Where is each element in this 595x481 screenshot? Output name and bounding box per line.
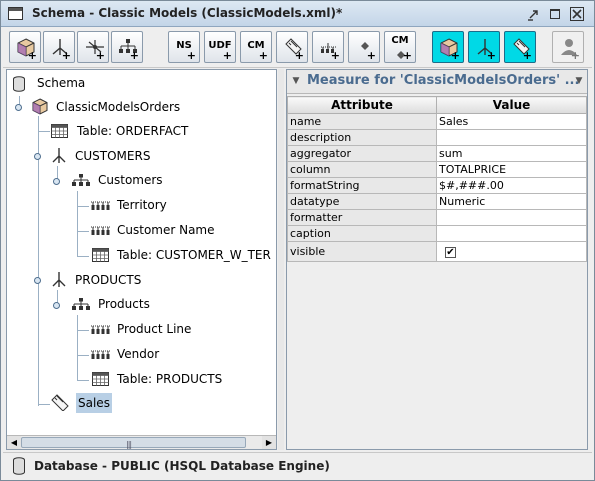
value-cell[interactable]: Sales [436, 113, 587, 130]
add-hierarchy-button[interactable]: + [111, 31, 143, 63]
attribute-cell: aggregator [287, 145, 437, 162]
tree-expander-products-hierarchy[interactable] [53, 302, 60, 309]
add-virtual-cube-measure-button[interactable]: + [504, 31, 536, 63]
database-icon [13, 76, 25, 92]
ruler-icon [51, 394, 69, 411]
table-row[interactable]: visible ✔ [287, 241, 587, 262]
attribute-cell: description [287, 129, 437, 146]
database-icon [13, 457, 25, 475]
add-dimension-button[interactable]: + [43, 31, 75, 63]
value-cell[interactable]: TOTALPRICE [436, 161, 587, 178]
table-row[interactable]: name Sales [287, 113, 587, 130]
table-icon [92, 248, 109, 262]
add-measure-button[interactable]: + [276, 31, 308, 63]
level-icon [91, 350, 111, 359]
column-header-value[interactable]: Value [436, 96, 587, 114]
table-row[interactable]: description [287, 129, 587, 146]
scroll-left-icon[interactable]: ◀ [7, 436, 21, 449]
tree-expander-customers[interactable] [34, 153, 41, 160]
table-icon [92, 372, 109, 386]
add-named-set-button[interactable]: NS + [168, 31, 200, 63]
attribute-cell: visible [287, 241, 437, 262]
add-virtual-cube-button[interactable]: + [432, 31, 464, 63]
window-icon [8, 7, 23, 20]
table-row[interactable]: formatter [287, 209, 587, 226]
attribute-cell: name [287, 113, 437, 130]
minimize-icon[interactable] [527, 7, 541, 21]
value-cell[interactable] [436, 225, 587, 242]
table-row[interactable]: formatString $#,###.00 [287, 177, 587, 194]
add-role-button[interactable]: + [552, 31, 584, 63]
title-bar: Schema - Classic Models (ClassicModels.x… [1, 1, 594, 27]
add-virtual-cube-dimension-button[interactable]: + [468, 31, 500, 63]
add-calculated-member-button[interactable]: CM + [240, 31, 272, 63]
add-level-button[interactable]: + [312, 31, 344, 63]
properties-table: Attribute Value name Sales description aggr… [287, 96, 587, 262]
tree-expander-customers-hierarchy[interactable] [53, 178, 60, 185]
add-calculated-member-property-button[interactable]: CM + [384, 31, 416, 63]
value-cell[interactable]: sum [436, 145, 587, 162]
value-cell[interactable] [436, 129, 587, 146]
tree-expander-products[interactable] [34, 277, 41, 284]
table-row[interactable]: datatype Numeric [287, 193, 587, 210]
maximize-icon[interactable] [548, 7, 562, 21]
value-cell[interactable]: Numeric [436, 193, 587, 210]
scroll-right-icon[interactable]: ▶ [262, 436, 276, 449]
hierarchy-icon [72, 174, 90, 186]
table-row[interactable]: column TOTALPRICE [287, 161, 587, 178]
level-icon [91, 325, 111, 334]
triangle-down-icon[interactable]: ▼ [290, 75, 302, 87]
add-property-button[interactable]: + [348, 31, 380, 63]
add-user-defined-function-button[interactable]: UDF + [204, 31, 236, 63]
attribute-cell: formatString [287, 177, 437, 194]
table-row[interactable]: caption [287, 225, 587, 242]
add-cube-button[interactable]: + [9, 31, 41, 63]
split-pane-divider[interactable] [278, 69, 284, 450]
properties-title: Measure for 'ClassicModelsOrders' ... [307, 73, 580, 88]
window-title: Schema - Classic Models (ClassicModels.x… [32, 6, 343, 20]
toolbar: + + + + NS + UDF + CM + + + + CM + + + +… [3, 28, 592, 68]
value-cell: ✔ [436, 241, 587, 262]
column-header-attribute[interactable]: Attribute [287, 96, 437, 114]
properties-header: ▼ Measure for 'ClassicModelsOrders' ... … [287, 70, 587, 94]
status-bar: Database - PUBLIC (HSQL Database Engine) [3, 452, 592, 479]
value-cell[interactable] [436, 209, 587, 226]
attribute-cell: column [287, 161, 437, 178]
schema-tree: Schema ClassicModelsOrders Table: ORDERF… [6, 69, 277, 450]
app-window: Schema - Classic Models (ClassicModels.x… [0, 0, 595, 481]
cube-icon [32, 98, 48, 115]
triangle-down-icon[interactable]: ▼ [573, 75, 585, 87]
scrollbar-thumb[interactable]: ||| [21, 437, 246, 449]
attribute-cell: formatter [287, 209, 437, 226]
visible-checkbox[interactable]: ✔ [445, 246, 456, 258]
attribute-cell: caption [287, 225, 437, 242]
tree-horizontal-scrollbar[interactable]: ◀ ||| ▶ [7, 435, 276, 449]
dimension-icon [52, 148, 66, 163]
add-dimension-usage-button[interactable]: + [77, 31, 109, 63]
attribute-cell: datatype [287, 193, 437, 210]
dimension-icon [52, 272, 66, 287]
value-cell[interactable]: $#,###.00 [436, 177, 587, 194]
close-icon[interactable] [570, 7, 584, 21]
level-icon [91, 201, 111, 210]
tree-expander-cube[interactable] [15, 104, 22, 111]
table-icon [51, 124, 68, 138]
table-row[interactable]: aggregator sum [287, 145, 587, 162]
status-text: Database - PUBLIC (HSQL Database Engine) [34, 459, 330, 473]
level-icon [91, 226, 111, 235]
hierarchy-icon [72, 298, 90, 310]
properties-panel: ▼ Measure for 'ClassicModelsOrders' ... … [286, 69, 588, 450]
